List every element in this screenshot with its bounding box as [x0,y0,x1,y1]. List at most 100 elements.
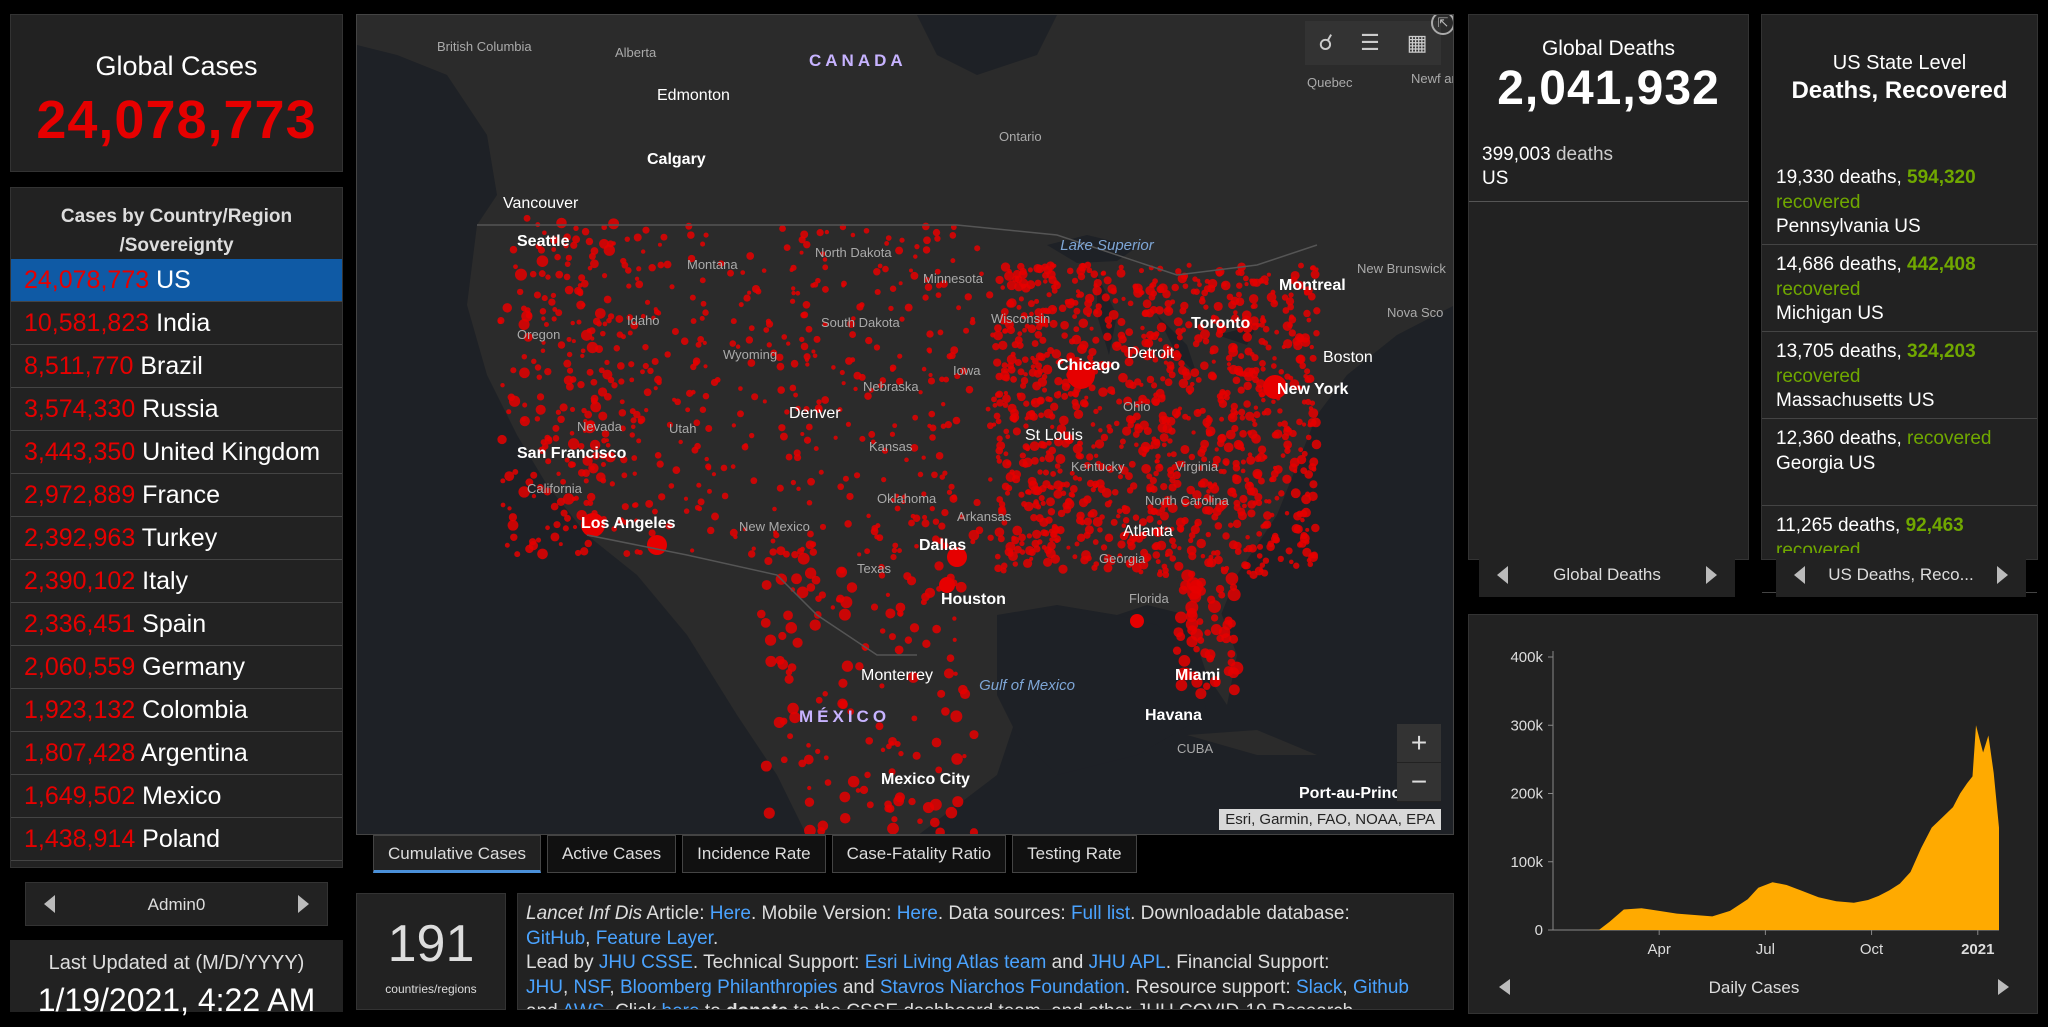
case-dot [1257,445,1267,454]
case-dot [1072,554,1078,560]
legend-list-icon[interactable]: ☰ [1360,30,1380,56]
slack-link[interactable]: Slack [1296,977,1342,998]
country-row[interactable]: 3,443,350 United Kingdom [11,431,342,474]
next-page-icon[interactable] [298,895,309,913]
map-label-nebraska: Nebraska [863,379,919,394]
case-dot [507,506,512,511]
case-dot [1041,387,1048,393]
case-dot [1039,517,1049,527]
full-list-link[interactable]: Full list [1071,903,1130,924]
case-dot [943,668,954,679]
next-page-icon[interactable] [1706,566,1717,584]
country-row[interactable]: 1,438,914 Poland [11,818,342,861]
zoom-in-button[interactable]: + [1397,724,1441,763]
case-dot [871,524,878,532]
country-row[interactable]: 1,649,502 Mexico [11,775,342,818]
bloomberg-link[interactable]: Bloomberg Philanthropies [620,977,838,998]
esri-living-atlas-link[interactable]: Esri Living Atlas team [865,952,1047,973]
case-dot [932,624,941,634]
case-dot [1178,655,1191,667]
mobile-version-link[interactable]: Here [897,903,938,924]
feature-layer-link[interactable]: Feature Layer [596,928,713,949]
case-dot [1031,340,1039,348]
case-dot [1117,474,1123,480]
case-dot [1259,392,1265,398]
jhu-apl-link[interactable]: JHU APL [1089,952,1166,973]
case-dot [1195,376,1202,383]
stavros-link[interactable]: Stavros Niarchos Foundation [880,977,1125,998]
aws-link[interactable]: AWS [562,1001,605,1009]
daily-cases-chart[interactable]: 0 100k 200k 300k 400k Apr Jul Oct 2021 Daily Case… [1469,615,2039,1015]
country-row[interactable]: 10,581,823 India [11,302,342,345]
github-support-link[interactable]: Github [1353,977,1409,998]
article-link[interactable]: Here [710,903,751,924]
country-row[interactable]: 24,078,773 US [11,259,342,302]
tab-active-cases[interactable]: Active Cases [546,835,677,873]
map-toolbar: ☌ ☰ ▦ [1305,21,1441,65]
case-dot [935,292,942,298]
basemap-gallery-icon[interactable]: ▦ [1407,30,1428,56]
case-dot [1060,490,1067,497]
next-page-icon[interactable] [1997,566,2008,584]
expand-icon[interactable]: ⇱ [1431,15,1453,35]
case-dot [690,318,697,325]
case-dot [552,434,560,442]
case-dot [1192,276,1198,282]
donate-here-link[interactable]: here [662,1001,700,1009]
case-dot [928,372,933,378]
github-link[interactable]: GitHub [526,928,585,949]
country-row[interactable]: 3,574,330 Russia [11,388,342,431]
jhu-csse-link[interactable]: JHU CSSE [599,952,693,973]
case-dot [1213,301,1223,311]
country-row[interactable]: 2,060,559 Germany [11,646,342,689]
map-label-south-dakota: South Dakota [821,315,900,330]
country-row[interactable]: 2,972,889 France [11,474,342,517]
case-dot [691,446,699,454]
case-dot [1116,508,1123,514]
tab-case-fatality-ratio[interactable]: Case-Fatality Ratio [831,835,1007,873]
case-dot [1264,499,1269,504]
country-row[interactable]: 1,807,428 Argentina [11,732,342,775]
case-dot [1139,290,1145,296]
case-dot [626,283,632,289]
us-state-row[interactable]: 14,686 deaths, 442,408 recovered Michigan … [1762,245,2037,332]
nsf-link[interactable]: NSF [574,977,610,998]
case-dot [1127,300,1134,307]
case-dot [580,348,586,354]
country-list[interactable]: 24,078,773 US 10,581,823 India 8,511,770 B… [11,259,342,867]
country-row[interactable]: 2,336,451 Spain [11,603,342,646]
case-dot [1227,366,1232,371]
tab-incidence-rate[interactable]: Incidence Rate [682,835,826,873]
divider [1469,201,1748,202]
case-dot [534,364,542,371]
info-text: , [609,976,620,998]
us-state-list[interactable]: 19,330 deaths, 594,320 recovered Pennsylva… [1762,158,2037,593]
country-row[interactable]: 2,392,963 Turkey [11,517,342,560]
country-row[interactable]: 2,390,102 Italy [11,560,342,603]
map[interactable]: British Columbia Alberta CANADA Edmonton Cal… [356,14,1454,835]
case-dot [1162,571,1170,579]
deaths-list-item[interactable]: 399,003 deaths US [1482,143,1748,191]
country-row[interactable]: 1,923,132 Colombia [11,689,342,732]
us-state-row[interactable]: 13,705 deaths, 324,203 recovered Massachus… [1762,332,2037,419]
case-dot [1077,344,1087,354]
zoom-out-button[interactable]: − [1397,763,1441,802]
us-state-row[interactable]: 19,330 deaths, 594,320 recovered Pennsylva… [1762,158,2037,245]
tab-testing-rate[interactable]: Testing Rate [1012,835,1137,873]
case-dot [897,353,903,359]
case-dot [1305,527,1310,532]
country-row[interactable]: 1,346,936 South Africa [11,861,342,867]
country-row[interactable]: 8,511,770 Brazil [11,345,342,388]
case-dot [1255,384,1263,393]
info-text: . Mobile Version: [750,903,897,924]
case-dot [800,546,805,552]
case-dot [922,222,930,231]
map-label-iowa: Iowa [953,363,981,378]
jhu-link[interactable]: JHU [526,977,563,998]
us-state-row[interactable]: 12,360 deaths, recovered Georgia US [1762,419,2037,506]
bookmark-icon[interactable]: ☌ [1318,30,1333,56]
case-dot [550,532,560,542]
map-canvas[interactable] [357,15,1454,835]
tab-cumulative-cases[interactable]: Cumulative Cases [373,835,541,873]
case-dot [1243,400,1251,408]
